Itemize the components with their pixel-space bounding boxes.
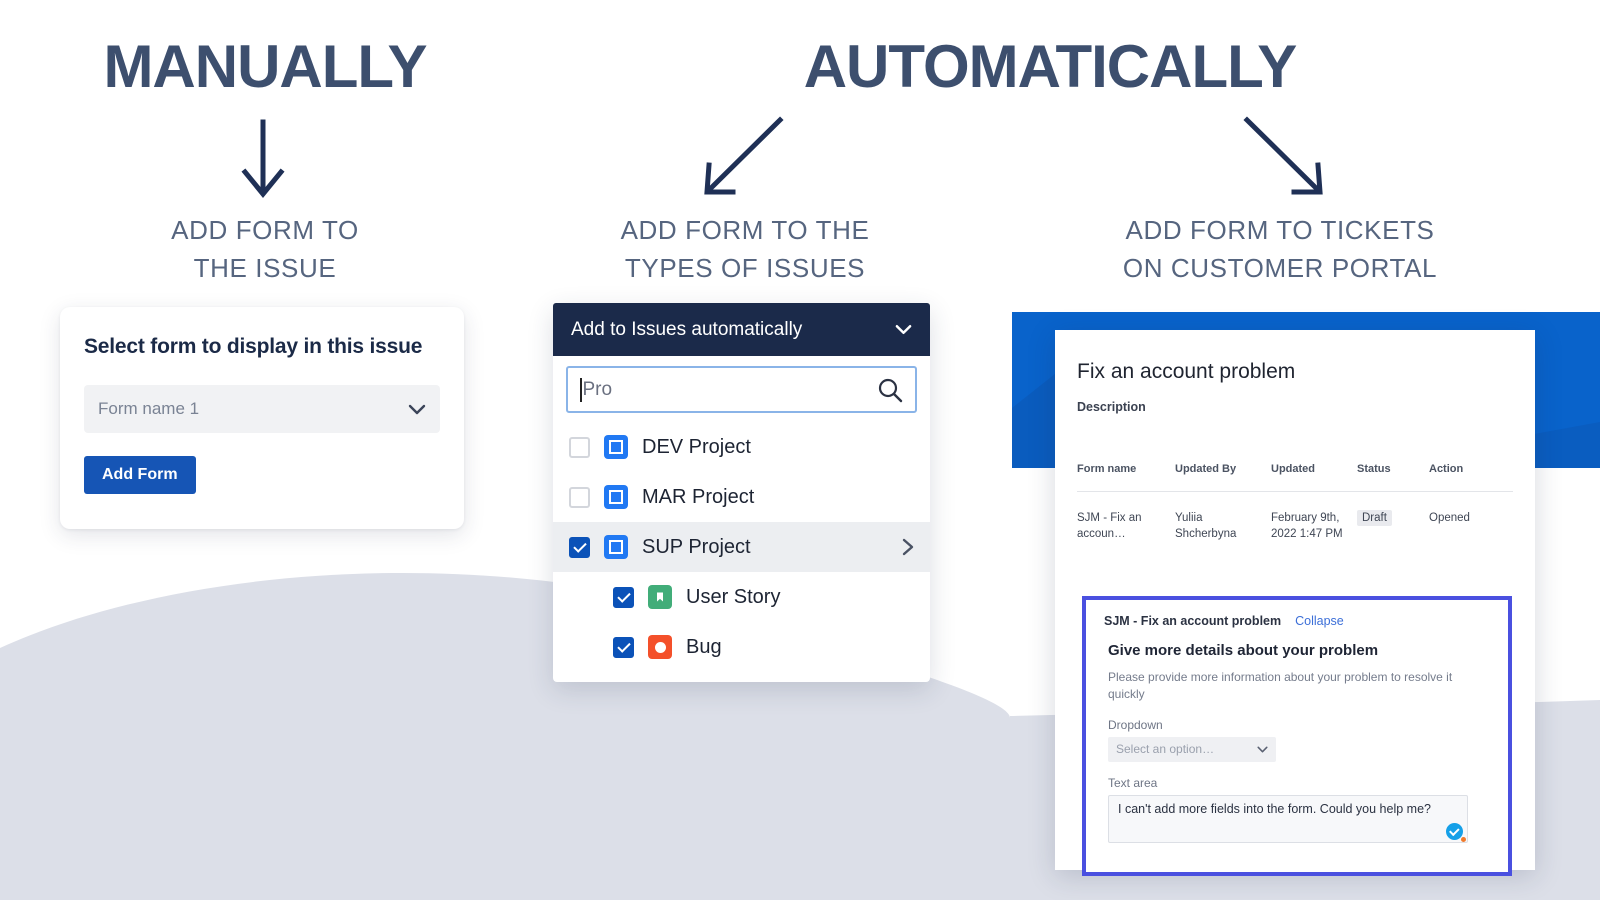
- table-row: SJM - Fix an accoun… Yuliia Shcherbyna F…: [1077, 491, 1513, 560]
- subhead-customer-portal-line1: ADD FORM TO TICKETS: [1125, 215, 1435, 245]
- column-header-updated-by: Updated By: [1175, 463, 1237, 475]
- subhead-manual-line2: THE ISSUE: [193, 252, 337, 283]
- text-caret: [580, 377, 582, 402]
- option-row-user-story[interactable]: User Story: [553, 572, 930, 622]
- user-story-icon: [648, 585, 672, 609]
- form-name-select-value: Form name 1: [98, 399, 200, 418]
- embedded-form-paragraph: Please provide more information about yo…: [1108, 670, 1453, 702]
- embedded-form-panel: SJM - Fix an account problem Collapse Gi…: [1082, 596, 1512, 876]
- subhead-customer-portal: ADD FORM TO TICKETS ON CUSTOMER PORTAL: [1090, 212, 1470, 287]
- checkbox-dev-project[interactable]: [569, 436, 590, 458]
- dropdown-field[interactable]: Select an option…: [1108, 736, 1276, 762]
- option-label: MAR Project: [642, 485, 755, 508]
- subhead-manual-line1: ADD FORM TO: [171, 215, 359, 245]
- project-icon: [604, 485, 628, 509]
- add-form-button[interactable]: Add Form: [84, 456, 196, 494]
- column-header-updated: Updated: [1271, 463, 1315, 475]
- add-to-issues-dropdown-header[interactable]: Add to Issues automatically: [553, 303, 930, 356]
- option-label: User Story: [686, 585, 781, 608]
- cell-action[interactable]: Opened: [1429, 491, 1513, 560]
- table-header-row: Form name Updated By Updated Status Acti…: [1077, 462, 1513, 492]
- description-label: Description: [1077, 400, 1146, 414]
- option-label: DEV Project: [642, 435, 751, 458]
- headline-manually: MANUALLY: [103, 33, 427, 100]
- chevron-down-icon: [1257, 746, 1268, 753]
- status-badge: Draft: [1357, 509, 1392, 526]
- chevron-down-icon: [895, 324, 912, 335]
- option-row-sup-project[interactable]: SUP Project: [553, 522, 930, 572]
- textarea-field-label: Text area: [1108, 775, 1158, 790]
- textarea-field[interactable]: I can't add more fields into the form. C…: [1108, 794, 1468, 843]
- cell-updated-by: Yuliia Shcherbyna: [1175, 511, 1237, 540]
- subhead-manual: ADD FORM TO THE ISSUE: [80, 212, 450, 287]
- column-header-status: Status: [1357, 463, 1391, 475]
- embedded-form-heading: Give more details about your problem: [1108, 642, 1379, 659]
- select-form-card: Select form to display in this issue For…: [60, 307, 464, 529]
- request-title: Fix an account problem: [1077, 360, 1296, 383]
- project-icon: [604, 435, 628, 459]
- subhead-issue-types-line2: TYPES OF ISSUES: [624, 252, 866, 283]
- forms-table: Form name Updated By Updated Status Acti…: [1077, 462, 1513, 560]
- cell-updated: February 9th, 2022 1:47 PM: [1271, 511, 1343, 540]
- checkbox-bug[interactable]: [613, 636, 634, 658]
- arrow-down-left-icon: [704, 116, 784, 195]
- option-row-mar-project[interactable]: MAR Project: [553, 472, 930, 522]
- subhead-issue-types-line1: ADD FORM TO THE: [620, 215, 870, 245]
- project-search-input[interactable]: Pro: [566, 366, 917, 413]
- cell-status: Draft: [1357, 491, 1429, 560]
- option-label: SUP Project: [642, 535, 751, 558]
- arrow-down-right-icon: [1243, 116, 1323, 195]
- project-icon: [604, 535, 628, 559]
- embedded-form-header: SJM - Fix an account problem Collapse: [1104, 614, 1490, 628]
- checkbox-user-story[interactable]: [613, 586, 634, 608]
- chevron-down-icon: [408, 404, 426, 414]
- add-to-issues-panel: Add to Issues automatically Pro DEV Proj…: [553, 303, 930, 682]
- dropdown-field-value: Select an option…: [1116, 742, 1215, 757]
- bug-icon: [648, 635, 672, 659]
- arrow-down-icon: [241, 119, 285, 198]
- subhead-issue-types: ADD FORM TO THE TYPES OF ISSUES: [560, 212, 930, 287]
- add-to-issues-panel-body: Pro DEV Project MAR Project SUP Project: [553, 356, 930, 672]
- checkbox-sup-project[interactable]: [569, 536, 590, 558]
- textarea-field-value: I can't add more fields into the form. C…: [1118, 801, 1431, 816]
- dropdown-field-label: Dropdown: [1108, 717, 1163, 732]
- select-form-card-title: Select form to display in this issue: [84, 335, 423, 358]
- collapse-link[interactable]: Collapse: [1295, 614, 1344, 628]
- cell-form-name: SJM - Fix an accoun…: [1077, 511, 1142, 540]
- embedded-form-name: SJM - Fix an account problem: [1104, 614, 1282, 628]
- option-row-dev-project[interactable]: DEV Project: [553, 422, 930, 472]
- checkbox-mar-project[interactable]: [569, 486, 590, 508]
- option-row-bug[interactable]: Bug: [553, 622, 930, 672]
- chevron-right-icon[interactable]: [902, 538, 914, 556]
- grammarly-alert-dot-icon: [1461, 836, 1466, 842]
- form-name-select[interactable]: Form name 1: [84, 385, 440, 433]
- project-search-value: Pro: [582, 378, 613, 400]
- headline-automatically: AUTOMATICALLY: [803, 33, 1298, 100]
- column-header-form-name: Form name: [1077, 463, 1137, 475]
- add-to-issues-label: Add to Issues automatically: [571, 318, 803, 340]
- project-search-wrapper: Pro: [553, 366, 930, 422]
- column-header-action: Action: [1429, 463, 1464, 475]
- search-icon[interactable]: [877, 377, 903, 403]
- subhead-customer-portal-line2: ON CUSTOMER PORTAL: [1122, 252, 1438, 283]
- option-label: Bug: [686, 635, 722, 658]
